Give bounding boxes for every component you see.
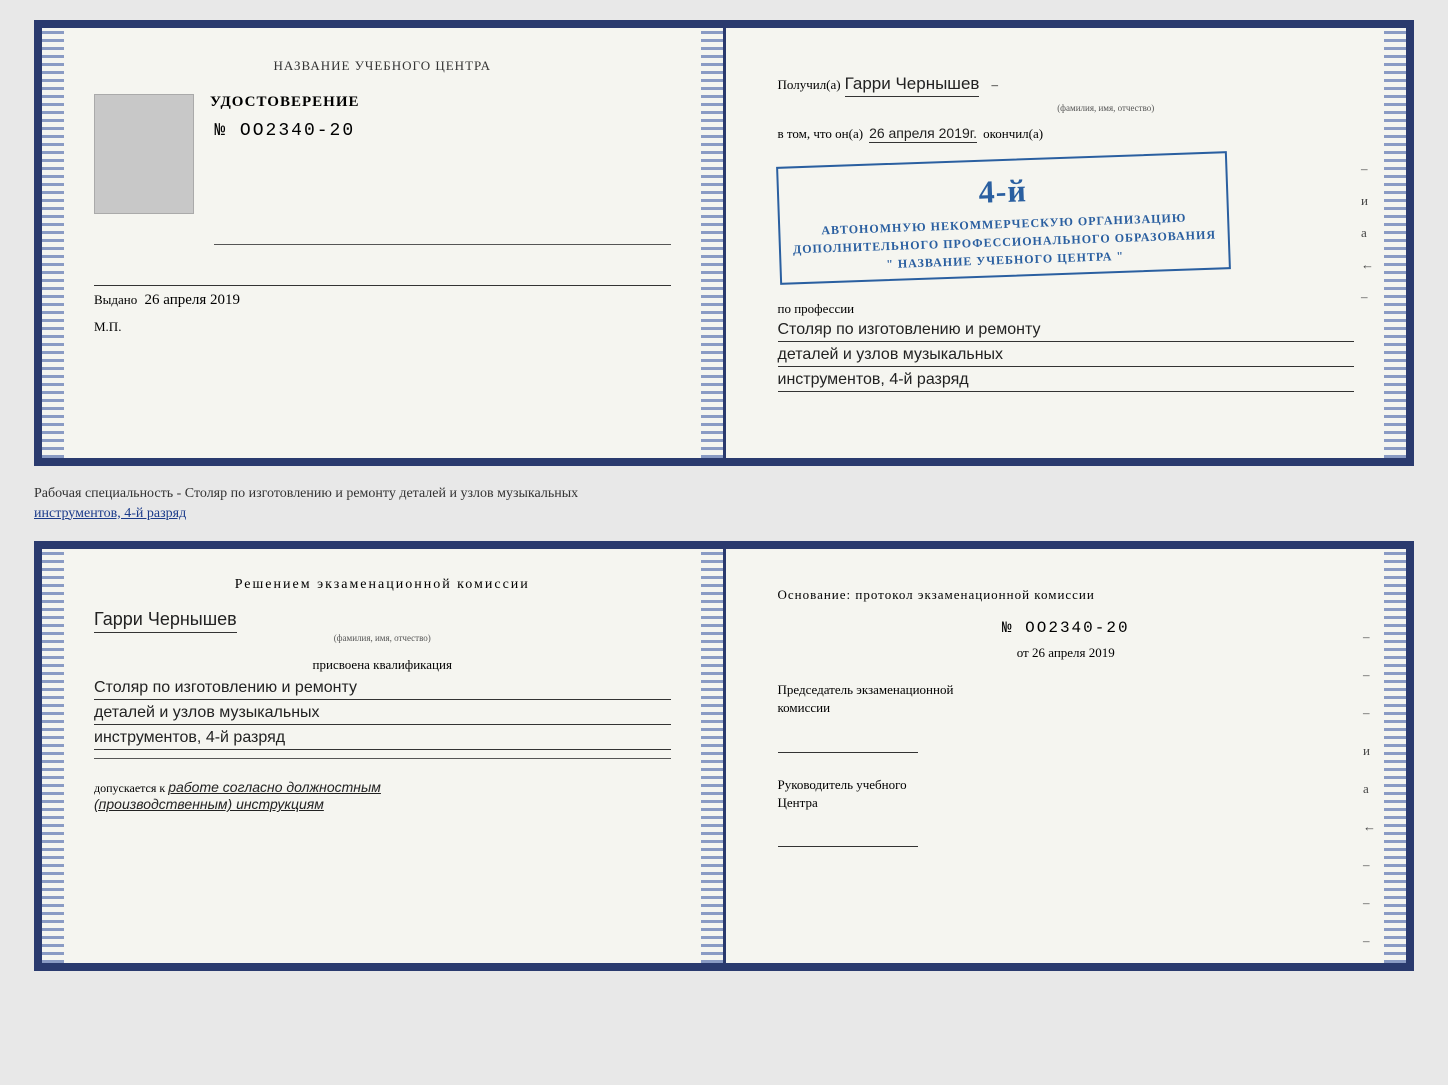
fio-subtitle-top: (фамилия, имя, отчество) xyxy=(858,103,1355,113)
side-annotations-top: – и а ← – xyxy=(1361,161,1374,305)
ot-label: от xyxy=(1017,645,1029,660)
vydano-label: Выдано xyxy=(94,292,137,307)
annot-a: а xyxy=(1361,225,1374,241)
bottom-left-content: Решением экзаменационной комиссии Гарри … xyxy=(94,577,671,813)
bottom-fio-label: (фамилия, имя, отчество) xyxy=(94,633,671,643)
separator-label: Рабочая специальность - Столяр по изгото… xyxy=(34,484,1414,523)
br-i: и xyxy=(1363,743,1376,759)
prisvoena-label: присвоена квалификация xyxy=(94,657,671,673)
mp-line: М.П. xyxy=(94,319,671,335)
osnovanie-label: Основание: протокол экзаменационной коми… xyxy=(778,587,1355,603)
poluchil-label: Получил(а) xyxy=(778,77,841,93)
resheniem-title: Решением экзаменационной комиссии xyxy=(94,577,671,593)
stamp-line3: " НАЗВАНИЕ УЧЕБНОГО ЦЕНТРА " xyxy=(885,249,1123,271)
dopusk-text2: (производственным) инструкциям xyxy=(94,796,324,812)
br-dash2: – xyxy=(1363,667,1376,683)
annot-dash2: – xyxy=(1361,289,1374,305)
rukovoditel-sig-line xyxy=(778,846,918,847)
predsedatel-sig-line xyxy=(778,752,918,753)
bottom-profession2: деталей и узлов музыкальных xyxy=(94,704,671,725)
bottom-profession3: инструментов, 4-й разряд xyxy=(94,729,671,750)
bottom-name-block: Гарри Чернышев (фамилия, имя, отчество) xyxy=(94,609,671,643)
predsedatel-title: Председатель экзаменационной комиссии xyxy=(778,681,1355,717)
stamp-area: 4-й АВТОНОМНУЮ НЕКОММЕРЧЕСКУЮ ОРГАНИЗАЦИ… xyxy=(778,151,1355,285)
ot-date-value: 26 апреля 2019 xyxy=(1032,645,1115,660)
vydano-date: 26 апреля 2019 xyxy=(145,292,241,308)
bottom-document: Решением экзаменационной комиссии Гарри … xyxy=(34,541,1414,971)
ot-date: от 26 апреля 2019 xyxy=(778,645,1355,661)
top-left-content: НАЗВАНИЕ УЧЕБНОГО ЦЕНТРА УДОСТОВЕРЕНИЕ №… xyxy=(94,58,671,335)
annot-dash1: – xyxy=(1361,161,1374,177)
left-decorative-strip xyxy=(42,28,64,458)
learning-center-title: НАЗВАНИЕ УЧЕБНОГО ЦЕНТРА xyxy=(94,58,671,74)
udost-block: УДОСТОВЕРЕНИЕ № OO2340-20 xyxy=(94,94,671,214)
okonchil-label: окончил(а) xyxy=(983,126,1043,142)
rukovoditel-title: Руководитель учебного Центра xyxy=(778,776,1355,812)
stamp: 4-й АВТОНОМНУЮ НЕКОММЕРЧЕСКУЮ ОРГАНИЗАЦИ… xyxy=(776,151,1231,285)
profession-line1: Столяр по изготовлению и ремонту xyxy=(778,321,1355,342)
br-dash1: – xyxy=(1363,629,1376,645)
bottom-right-strip-left xyxy=(701,549,723,963)
br-dash4: – xyxy=(1363,857,1376,873)
recipient-name: Гарри Чернышев xyxy=(845,74,980,97)
vtom-date: 26 апреля 2019г. xyxy=(869,125,977,143)
poluchil-line: Получил(а) Гарри Чернышев – xyxy=(778,74,1355,97)
br-arrow: ← xyxy=(1363,819,1376,835)
right-decorative-strip-right-page xyxy=(1384,28,1406,458)
bottom-right-content: Основание: протокол экзаменационной коми… xyxy=(778,577,1355,880)
protocol-number: № OO2340-20 xyxy=(778,619,1355,637)
right-decorative-strip-left-page xyxy=(701,28,723,458)
dopuskaetsya-label: допускается к xyxy=(94,781,165,795)
po-professii-label: по профессии xyxy=(778,301,1355,317)
bottom-left-page: Решением экзаменационной комиссии Гарри … xyxy=(42,549,726,963)
annot-i: и xyxy=(1361,193,1374,209)
top-right-page: Получил(а) Гарри Чернышев – (фамилия, им… xyxy=(726,28,1407,458)
top-right-content: Получил(а) Гарри Чернышев – (фамилия, им… xyxy=(778,58,1355,412)
br-dash5: – xyxy=(1363,895,1376,911)
dash1: – xyxy=(991,77,998,93)
predsedatel-block: Председатель экзаменационной комиссии xyxy=(778,681,1355,757)
separator-text2: инструментов, 4-й разряд xyxy=(34,506,186,521)
rukovoditel-block: Руководитель учебного Центра xyxy=(778,776,1355,852)
br-dash3: – xyxy=(1363,705,1376,721)
profession-line2: деталей и узлов музыкальных xyxy=(778,346,1355,367)
dopusk-text1: работе согласно должностным xyxy=(168,779,381,795)
bottom-name: Гарри Чернышев xyxy=(94,609,237,633)
top-document: НАЗВАНИЕ УЧЕБНОГО ЦЕНТРА УДОСТОВЕРЕНИЕ №… xyxy=(34,20,1414,466)
udost-title: УДОСТОВЕРЕНИЕ xyxy=(210,94,360,111)
bottom-profession1: Столяр по изготовлению и ремонту xyxy=(94,679,671,700)
dopuskaetsya-block: допускается к работе согласно должностны… xyxy=(94,779,671,813)
vtom-label: в том, что он(а) xyxy=(778,126,864,142)
separator-text1: Рабочая специальность - Столяр по изгото… xyxy=(34,486,578,501)
bottom-right-page: Основание: протокол экзаменационной коми… xyxy=(726,549,1407,963)
bottom-right-strip-right xyxy=(1384,549,1406,963)
vtom-line: в том, что он(а) 26 апреля 2019г. окончи… xyxy=(778,125,1355,143)
bottom-left-strip xyxy=(42,549,64,963)
bottom-right-annotations: – – – и а ← – – – xyxy=(1363,629,1376,949)
stamp-4y: 4-й xyxy=(977,166,1027,216)
top-left-page: НАЗВАНИЕ УЧЕБНОГО ЦЕНТРА УДОСТОВЕРЕНИЕ №… xyxy=(42,28,726,458)
udost-number: № OO2340-20 xyxy=(210,121,360,141)
br-a: а xyxy=(1363,781,1376,797)
photo-area xyxy=(94,94,194,214)
profession-line3: инструментов, 4-й разряд xyxy=(778,371,1355,392)
annot-arrow: ← xyxy=(1361,257,1374,273)
udost-info: УДОСТОВЕРЕНИЕ № OO2340-20 xyxy=(210,94,360,171)
br-dash6: – xyxy=(1363,933,1376,949)
vydano-line: Выдано 26 апреля 2019 xyxy=(94,285,671,309)
